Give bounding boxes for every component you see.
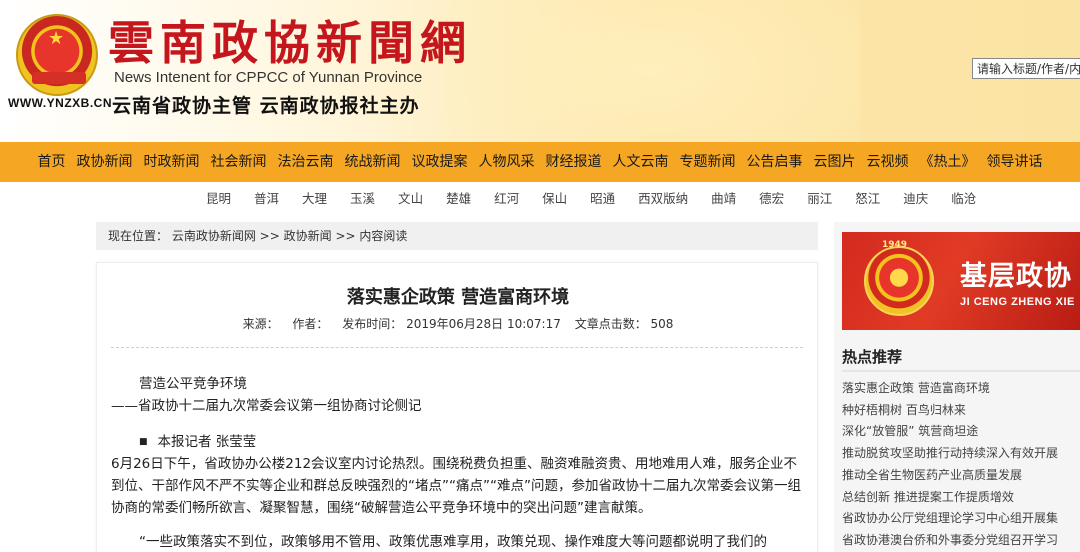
nav-item-home[interactable]: 首页	[32, 142, 71, 182]
nav-item-videos[interactable]: 云视频	[861, 142, 914, 182]
hot-item-link[interactable]: 深化“放管服” 筑营商坦途	[842, 421, 1080, 443]
site-subtitle: 云南省政协主管 云南政协报社主办	[112, 95, 420, 117]
site-url: WWW.YNZXB.CN	[8, 96, 112, 110]
hot-divider	[842, 370, 1080, 372]
byline-text: 本报记者 张莹莹	[157, 434, 257, 450]
nav-item-law-yunnan[interactable]: 法治云南	[272, 142, 339, 182]
article-paragraph: 6月26日下午，省政协办公楼212会议室内讨论热烈。围绕税费负担重、融资难融资贵…	[111, 456, 801, 516]
region-link[interactable]: 德宏	[759, 188, 784, 207]
region-link[interactable]: 迪庆	[903, 188, 928, 207]
article-divider	[111, 347, 803, 348]
nav-item-retu[interactable]: 《热土》	[914, 142, 981, 182]
article-title: 落实惠企政策 营造富商环境	[346, 287, 570, 308]
nav-item-special[interactable]: 专题新闻	[674, 142, 741, 182]
region-link[interactable]: 怒江	[855, 188, 880, 207]
article-publish-time: 发布时间： 2019年06月28日 10:07:17	[342, 317, 561, 331]
site-logo-chinese[interactable]: 雲南政協新聞網	[108, 18, 472, 68]
article-source: 来源：	[242, 317, 279, 331]
region-link[interactable]: 玉溪	[350, 188, 375, 207]
cppcc-emblem-icon	[864, 246, 934, 316]
bullet-icon: ■	[139, 437, 148, 447]
hot-recommend-title: 热点推荐	[842, 348, 903, 366]
region-link[interactable]: 曲靖	[711, 188, 736, 207]
cppcc-emblem-icon: ★	[16, 14, 98, 96]
breadcrumb-label: 现在位置：	[108, 229, 169, 243]
hot-item-link[interactable]: 种好梧桐树 百鸟归林来	[842, 400, 1080, 422]
region-link[interactable]: 楚雄	[446, 188, 471, 207]
breadcrumb-separator: >>	[331, 229, 360, 243]
nav-item-finance[interactable]: 财经报道	[540, 142, 607, 182]
search-input[interactable]	[972, 58, 1080, 79]
sidebar: 1949 基层政协 JI CENG ZHENG XIE 热点推荐 落实惠企政策 …	[834, 222, 1080, 552]
article-meta: 来源： 作者： 发布时间： 2019年06月28日 10:07:17 文章点击数…	[97, 315, 819, 332]
region-link[interactable]: 大理	[302, 188, 327, 207]
hot-item-link[interactable]: 推动脱贫攻坚助推行动持续深入有效开展	[842, 443, 1080, 465]
region-link[interactable]: 西双版纳	[638, 188, 688, 207]
nav-item-united-front[interactable]: 统战新闻	[339, 142, 406, 182]
grassroots-cppcc-banner[interactable]: 1949 基层政协 JI CENG ZHENG XIE	[842, 232, 1080, 330]
article-subtitle-2: ——省政协十二届九次常委会议第一组协商讨论侧记	[111, 398, 422, 414]
hot-item-link[interactable]: 推动全省生物医药产业高质量发展	[842, 465, 1080, 487]
nav-item-politics-news[interactable]: 时政新闻	[138, 142, 205, 182]
region-link[interactable]: 丽江	[807, 188, 832, 207]
article-click-count: 文章点击数： 508	[574, 317, 674, 331]
nav-item-proposals[interactable]: 议政提案	[406, 142, 473, 182]
star-icon: ★	[48, 28, 65, 49]
article-panel: 落实惠企政策 营造富商环境 来源： 作者： 发布时间： 2019年06月28日 …	[96, 262, 818, 552]
hot-item-link[interactable]: 省政协港澳台侨和外事委分党组召开学习	[842, 530, 1080, 552]
region-link[interactable]: 临沧	[951, 188, 976, 207]
banner-year: 1949	[882, 240, 908, 250]
article-author: 作者：	[292, 317, 329, 331]
nav-item-notices[interactable]: 公告启事	[741, 142, 808, 182]
hot-recommend-list: 落实惠企政策 营造富商环境 种好梧桐树 百鸟归林来 深化“放管服” 筑营商坦途 …	[842, 378, 1080, 552]
nav-item-people[interactable]: 人物风采	[473, 142, 540, 182]
region-link[interactable]: 红河	[494, 188, 519, 207]
hot-item-link[interactable]: 总结创新 推进提案工作提质增效	[842, 487, 1080, 509]
banner-subtitle: JI CENG ZHENG XIE	[960, 296, 1075, 308]
article-subtitle: 营造公平竞争环境	[139, 376, 247, 392]
nav-item-speeches[interactable]: 领导讲话	[981, 142, 1048, 182]
banner-title: 基层政协	[960, 261, 1072, 292]
main-nav: 首页 政协新闻 时政新闻 社会新闻 法治云南 统战新闻 议政提案 人物风采 财经…	[0, 142, 1080, 182]
emblem-ribbon	[32, 72, 86, 84]
article-paragraph: “一些政策落实不到位，政策够用不管用、政策优惠难享用，政策兑现、操作难度大等问题…	[139, 534, 767, 550]
hot-item-link[interactable]: 落实惠企政策 营造富商环境	[842, 378, 1080, 400]
nav-item-society-news[interactable]: 社会新闻	[205, 142, 272, 182]
region-link[interactable]: 保山	[542, 188, 567, 207]
nav-item-culture[interactable]: 人文云南	[607, 142, 674, 182]
region-link[interactable]: 普洱	[254, 188, 279, 207]
hot-item-link[interactable]: 省政协办公厅党组理论学习中心组开展集	[842, 508, 1080, 530]
region-link[interactable]: 文山	[398, 188, 423, 207]
nav-item-cppcc-news[interactable]: 政协新闻	[71, 142, 138, 182]
site-header: ★ 雲南政協新聞網 News Intenent for CPPCC of Yun…	[0, 0, 1080, 142]
region-link[interactable]: 昭通	[590, 188, 615, 207]
region-link[interactable]: 昆明	[206, 188, 231, 207]
region-nav: 昆明 普洱 大理 玉溪 文山 楚雄 红河 保山 昭通 西双版纳 曲靖 德宏 丽江…	[206, 182, 999, 212]
breadcrumb-current: 内容阅读	[359, 229, 408, 243]
breadcrumb-home-link[interactable]: 云南政协新闻网	[172, 229, 256, 243]
article-body: 营造公平竞争环境 ——省政协十二届九次常委会议第一组协商讨论侧记 ■ 本报记者 张…	[111, 373, 803, 552]
article-byline: ■ 本报记者 张莹莹	[111, 431, 803, 453]
site-logo-english: News Intenent for CPPCC of Yunnan Provin…	[114, 69, 423, 86]
breadcrumb-separator: >>	[255, 229, 284, 243]
header-glow	[440, 0, 860, 142]
breadcrumb-section-link[interactable]: 政协新闻	[284, 229, 332, 243]
nav-item-pictures[interactable]: 云图片	[808, 142, 861, 182]
breadcrumb: 现在位置： 云南政协新闻网 >> 政协新闻 >> 内容阅读	[96, 222, 818, 250]
